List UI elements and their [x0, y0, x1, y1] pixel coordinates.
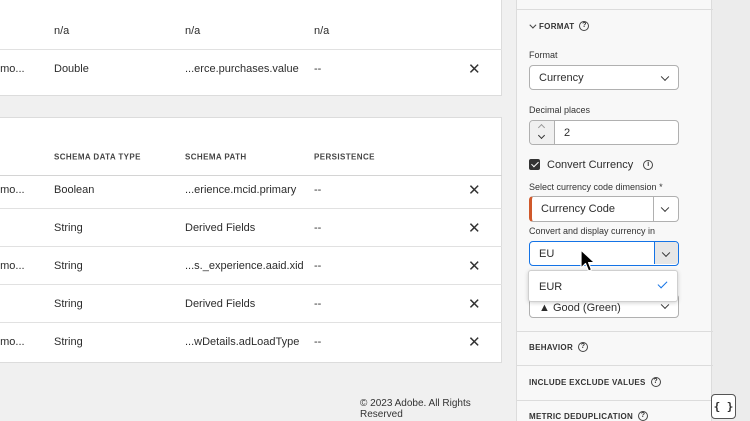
- divider: [517, 331, 713, 332]
- cell-schema-path: ...s._experience.aaid.xid: [185, 259, 304, 272]
- cell-data-type: String: [54, 297, 83, 310]
- divider: [517, 365, 713, 366]
- cell-persistence: --: [314, 63, 322, 75]
- cell-schema-path: ...wDetails.adLoadType: [185, 336, 300, 348]
- required-asterisk: *: [659, 182, 663, 192]
- stepper-buttons[interactable]: [530, 121, 555, 144]
- cell-data-type: String: [54, 336, 83, 348]
- table-top: n/a n/a n/a emo... Double ...erce.purcha…: [0, 0, 502, 96]
- divider: [517, 9, 713, 10]
- cell-name: emo...: [0, 183, 25, 196]
- table-bottom: SCHEMA DATA TYPE SCHEMA PATH PERSISTENCE…: [0, 117, 502, 363]
- cell-name: emo...: [0, 63, 25, 75]
- cell-name: emo...: [0, 336, 25, 348]
- remove-row-button[interactable]: ✕: [468, 295, 481, 313]
- table-row: String Derived Fields -- ✕: [0, 209, 502, 247]
- table-row: emo... String ...s._experience.aaid.xid …: [0, 247, 502, 285]
- json-view-button[interactable]: { }: [711, 394, 736, 419]
- cell-persistence: n/a: [314, 24, 330, 37]
- currency-dropdown-menu: EUR: [528, 270, 678, 302]
- include-exclude-section-title: INCLUDE EXCLUDE VALUES: [529, 377, 646, 387]
- table-row: n/a n/a n/a: [0, 12, 502, 50]
- format-section-title: FORMAT: [539, 21, 575, 31]
- cell-data-type: Double: [54, 63, 89, 75]
- include-exclude-section-toggle[interactable]: INCLUDE EXCLUDE VALUES ?: [529, 377, 661, 387]
- convert-display-input[interactable]: EU: [539, 248, 554, 260]
- dropdown-option-eur[interactable]: EUR: [529, 271, 677, 301]
- cell-persistence: --: [314, 183, 322, 196]
- table-row: String Derived Fields -- ✕: [0, 285, 502, 323]
- currency-dimension-value: Currency Code: [541, 203, 615, 215]
- convert-display-label: Convert and display currency in: [529, 226, 656, 236]
- format-label: Format: [529, 50, 558, 60]
- stepper-down-icon[interactable]: [537, 131, 546, 140]
- cell-persistence: --: [314, 336, 322, 348]
- info-icon[interactable]: ?: [638, 411, 649, 421]
- cell-persistence: --: [314, 297, 322, 310]
- behavior-section-title: BEHAVIOR: [529, 342, 574, 352]
- metric-dedup-section-title: METRIC DEDUPLICATION: [529, 411, 634, 421]
- decimal-places-stepper[interactable]: 2: [529, 120, 679, 145]
- cell-data-type: String: [54, 221, 83, 234]
- decimal-places-label: Decimal places: [529, 105, 591, 115]
- currency-dimension-label: Select currency code dimension *: [529, 182, 663, 192]
- remove-row-button[interactable]: ✕: [468, 181, 481, 199]
- convert-display-combobox[interactable]: EU: [529, 241, 679, 266]
- cell-persistence: --: [314, 259, 322, 272]
- header-schema-path[interactable]: SCHEMA PATH: [185, 152, 247, 161]
- stepper-up-icon[interactable]: [537, 123, 546, 132]
- convert-currency-row: Convert Currency i: [547, 159, 654, 171]
- currency-dimension-select[interactable]: Currency Code: [529, 196, 679, 222]
- cell-data-type: Boolean: [54, 183, 95, 196]
- convert-currency-checkbox[interactable]: [529, 159, 540, 170]
- table-row: emo... Boolean ...erience.mcid.primary -…: [0, 171, 502, 209]
- threshold-select-value: ▲ Good (Green): [539, 301, 621, 314]
- table-row: emo... String ...wDetails.adLoadType -- …: [0, 323, 502, 361]
- info-icon[interactable]: ?: [578, 342, 589, 352]
- divider: [517, 400, 713, 401]
- cell-schema-path: Derived Fields: [185, 221, 256, 234]
- decimal-places-value: 2: [564, 126, 571, 139]
- currency-dimension-label-text: Select currency code dimension: [529, 182, 657, 192]
- remove-row-button[interactable]: ✕: [468, 60, 481, 78]
- chevron-down-icon: [529, 21, 537, 29]
- format-select-value: Currency: [539, 71, 584, 84]
- info-icon[interactable]: i: [643, 160, 654, 170]
- header-data-type[interactable]: SCHEMA DATA TYPE: [54, 152, 141, 161]
- chevron-down-icon: [660, 72, 670, 81]
- header-persistence[interactable]: PERSISTENCE: [314, 152, 375, 161]
- remove-row-button[interactable]: ✕: [468, 219, 481, 237]
- cell-schema-path: n/a: [185, 24, 201, 37]
- mouse-cursor-icon: [580, 249, 596, 272]
- format-select[interactable]: Currency: [529, 65, 679, 90]
- metric-dedup-section-toggle[interactable]: METRIC DEDUPLICATION ?: [529, 411, 649, 421]
- info-icon[interactable]: ?: [650, 377, 661, 387]
- behavior-section-toggle[interactable]: BEHAVIOR ?: [529, 342, 589, 352]
- chevron-down-icon: [660, 203, 670, 213]
- info-icon[interactable]: ?: [579, 21, 590, 31]
- cell-data-type: n/a: [54, 24, 70, 37]
- dropdown-option-label: EUR: [539, 281, 563, 293]
- cell-schema-path: ...erience.mcid.primary: [185, 183, 297, 196]
- copyright-text: © 2023 Adobe. All Rights Reserved: [360, 398, 471, 420]
- format-section-toggle[interactable]: FORMAT ?: [529, 21, 590, 31]
- cell-persistence: --: [314, 221, 322, 234]
- checkmark-icon: [657, 278, 668, 289]
- settings-panel: FORMAT ? Format Currency Decimal places …: [516, 0, 713, 421]
- cell-data-type: String: [54, 259, 83, 272]
- table-row: emo... Double ...erce.purchases.value --…: [0, 50, 502, 88]
- divider: [653, 197, 654, 221]
- cell-schema-path: Derived Fields: [185, 297, 256, 310]
- main-content: n/a n/a n/a emo... Double ...erce.purcha…: [0, 0, 516, 421]
- remove-row-button[interactable]: ✕: [468, 333, 481, 351]
- remove-row-button[interactable]: ✕: [468, 257, 481, 275]
- convert-currency-label: Convert Currency: [547, 159, 634, 171]
- cell-name: emo...: [0, 259, 25, 272]
- cell-schema-path: ...erce.purchases.value: [185, 63, 299, 75]
